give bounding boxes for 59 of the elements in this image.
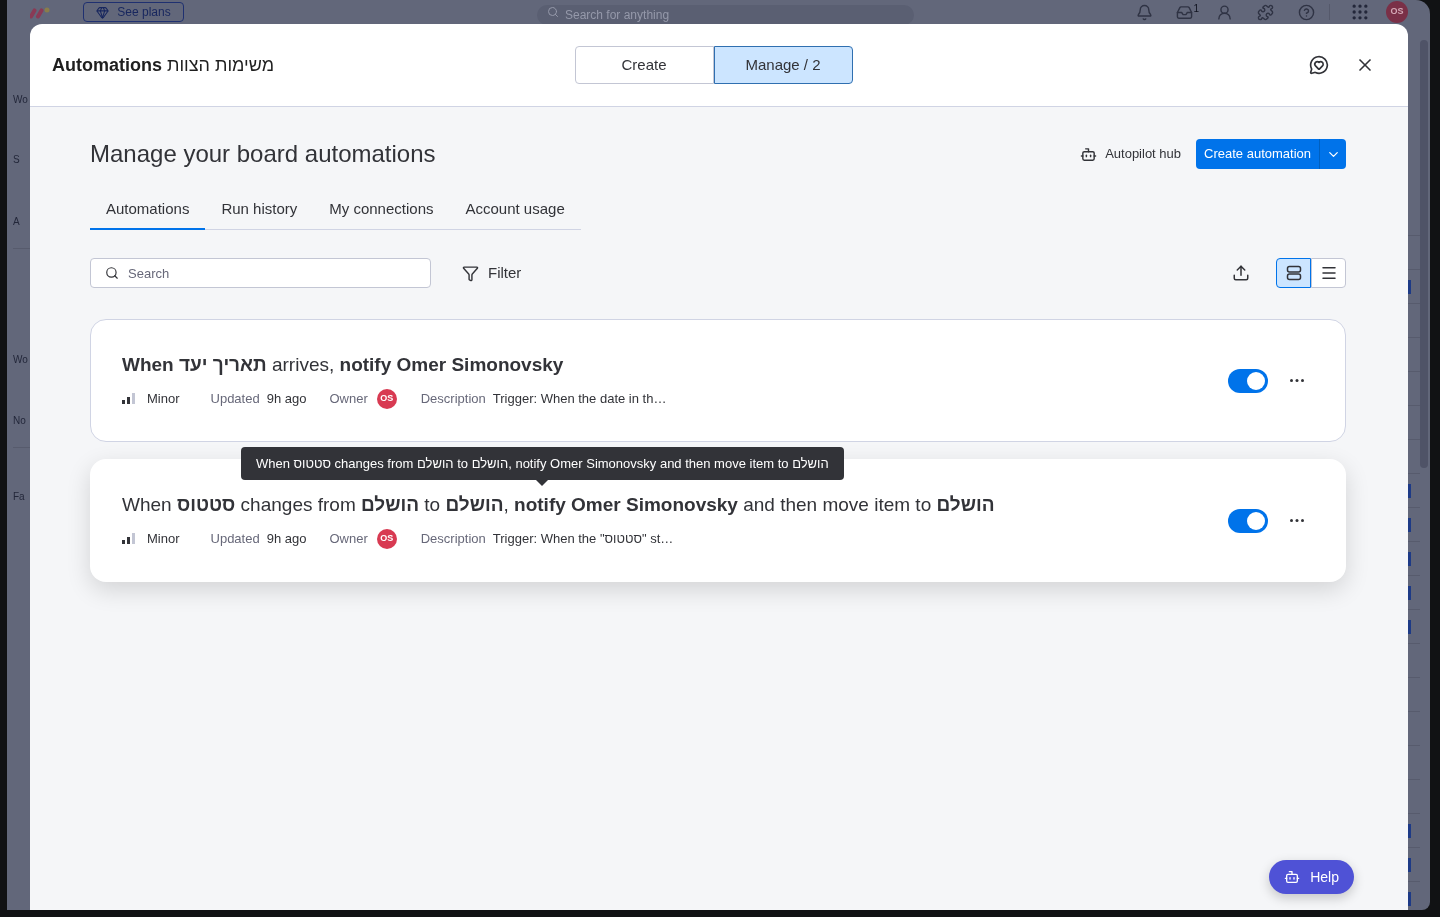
mode-tab[interactable]: Manage / 2	[713, 46, 853, 84]
tooltip: When סטטוס changes from הושלם to הושלם, notify Omer Simonovsky and then move item to הושלם	[241, 447, 844, 486]
gem-icon	[96, 5, 110, 19]
updated-time: 9h ago	[266, 529, 307, 548]
search-field[interactable]: Search	[90, 258, 431, 288]
feedback-icon[interactable]	[1309, 55, 1329, 75]
apps-grid-icon[interactable]	[1350, 2, 1370, 22]
modal-title: Automations	[52, 53, 162, 77]
board-name: משימות הצוות	[167, 53, 275, 77]
meta-label: Description	[420, 529, 486, 548]
user-icon[interactable]	[1216, 3, 1233, 21]
owner-avatar: OS	[376, 388, 397, 409]
meta-label: Owner	[329, 529, 368, 548]
priority-bars-icon	[122, 533, 136, 544]
inbox-icon[interactable]	[1176, 3, 1194, 21]
view-toggle[interactable]	[1276, 258, 1311, 288]
export-button[interactable]	[1231, 263, 1251, 283]
meta-label: Updated	[210, 529, 260, 548]
user-avatar[interactable]: OS	[1386, 1, 1408, 23]
help-icon[interactable]	[1298, 3, 1315, 21]
description-text: Trigger: When the "סטטוס" st…	[492, 529, 674, 548]
tab[interactable]: Account usage	[449, 190, 581, 230]
robot-icon	[1080, 145, 1098, 163]
dropdown-button[interactable]	[1320, 139, 1346, 169]
search-icon	[105, 266, 119, 280]
help-button[interactable]: Help	[1269, 860, 1354, 894]
updated-time: 9h ago	[266, 389, 307, 408]
robot-icon	[1284, 869, 1301, 885]
meta-label: Description	[420, 389, 486, 408]
filter-button[interactable]: Filter	[462, 261, 522, 285]
bell-icon[interactable]	[1136, 3, 1154, 21]
autopilot-hub-link[interactable]: Autopilot hub	[1080, 144, 1182, 164]
owner-avatar: OS	[376, 528, 397, 549]
priority-label: Minor	[147, 389, 180, 408]
toggle-switch[interactable]	[1228, 508, 1268, 533]
create-automation-button[interactable]: Create automation	[1196, 139, 1320, 169]
search-icon	[547, 6, 559, 18]
filter-icon	[462, 264, 479, 282]
global-search-field[interactable]: Search for anything	[537, 5, 914, 25]
puzzle-icon[interactable]	[1257, 3, 1274, 21]
tab[interactable]: Run history	[205, 190, 314, 230]
meta-label: Owner	[329, 389, 368, 408]
more-icon	[1290, 519, 1304, 522]
priority-bars-icon	[122, 393, 136, 404]
list-view-icon	[1319, 264, 1338, 282]
inbox-count: 1	[1193, 3, 1199, 14]
view-toggle[interactable]	[1311, 258, 1346, 288]
tooltip-arrow-icon	[535, 479, 550, 486]
export-icon	[1232, 264, 1250, 282]
description-text: Trigger: When the date in th…	[492, 389, 667, 408]
meta-label: Updated	[210, 389, 260, 408]
tab[interactable]: Automations	[90, 190, 206, 230]
mode-tab[interactable]: Create	[574, 46, 714, 84]
more-icon	[1290, 379, 1304, 382]
tab[interactable]: My connections	[313, 190, 450, 230]
toggle-switch[interactable]	[1228, 368, 1268, 393]
page-heading: Manage your board automations	[90, 139, 436, 169]
card-view-icon	[1285, 265, 1302, 281]
priority-label: Minor	[147, 529, 180, 548]
